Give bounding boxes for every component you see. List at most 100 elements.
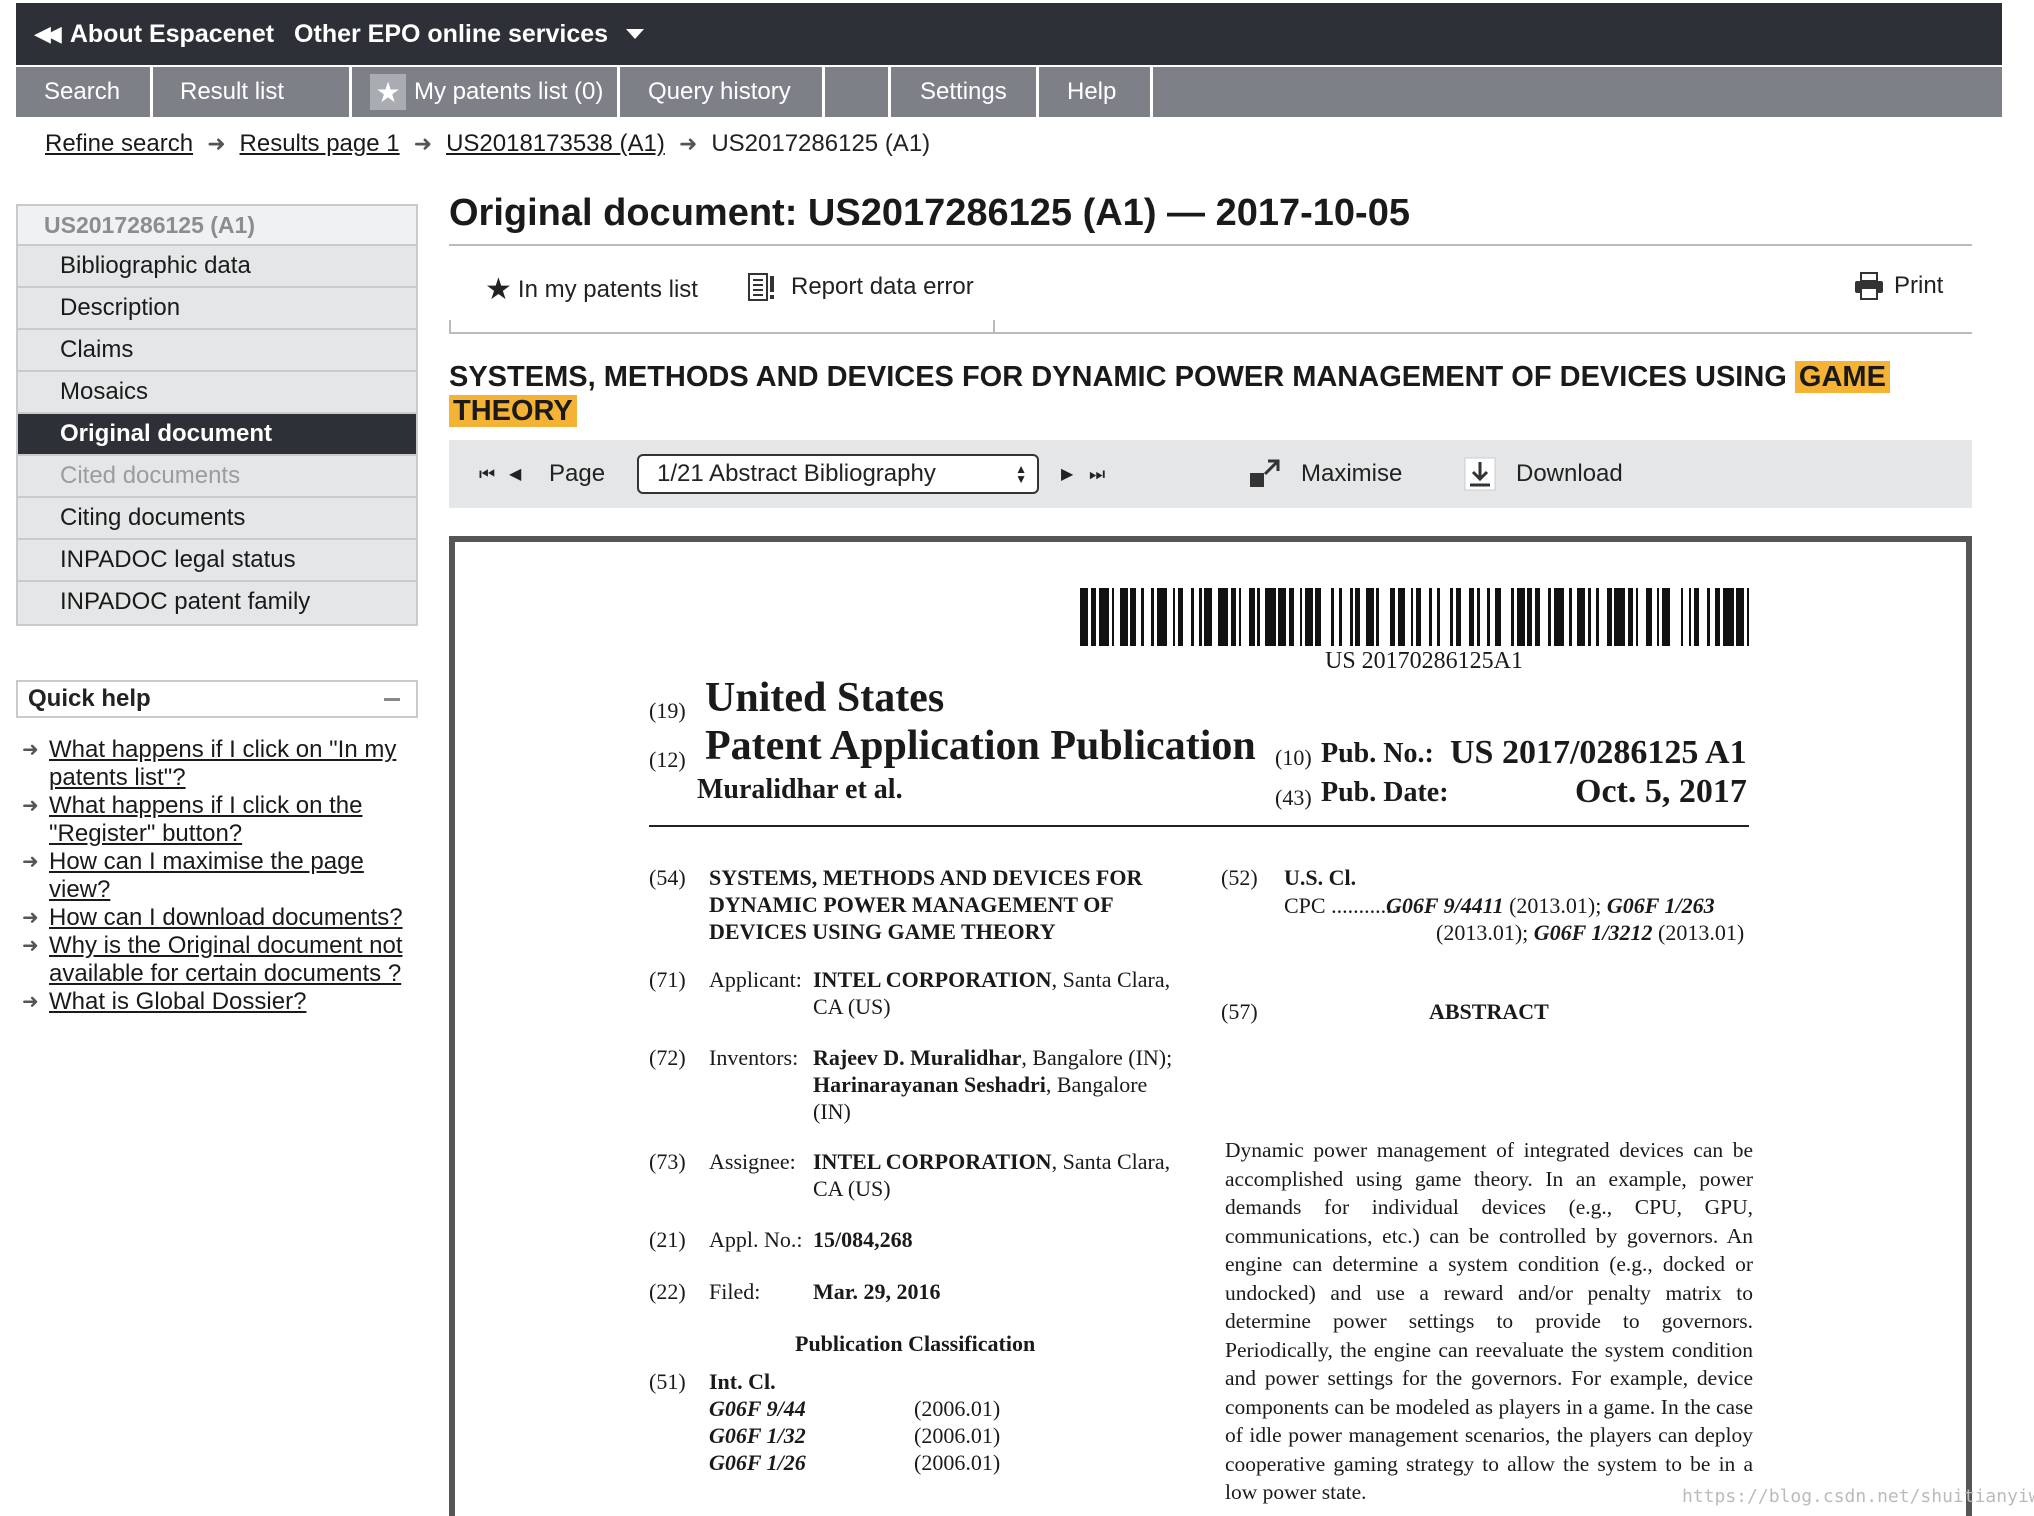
inventor-location: (IN) xyxy=(813,1099,851,1124)
cpc-code: G06F 9/4411 xyxy=(1386,893,1504,918)
previous-page-button[interactable]: ◀ xyxy=(509,440,521,508)
original-document-viewer[interactable]: US 20170286125A1 (19) United States (12)… xyxy=(449,536,1972,1516)
code-52: (52) xyxy=(1221,865,1258,890)
arrow-right-icon: ➜ xyxy=(22,851,39,873)
arrow-right-icon: ➜ xyxy=(22,795,39,817)
quick-help-header[interactable]: Quick help xyxy=(16,680,418,718)
quick-help-links: ➜ What happens if I click on "In my paten… xyxy=(22,736,422,1016)
print-button[interactable]: Print xyxy=(1854,272,1943,300)
help-item: ➜ What happens if I click on "In my paten… xyxy=(22,736,422,792)
breadcrumb-current: US2017286125 (A1) xyxy=(711,130,931,157)
tab-settings[interactable]: Settings xyxy=(891,67,1039,117)
pub-date-label: Pub. Date: xyxy=(1321,777,1449,808)
applicant-label: Applicant: xyxy=(709,967,802,992)
other-epo-services-link[interactable]: Other EPO online services xyxy=(294,20,608,49)
help-link-original-not-available[interactable]: Why is the Original document not availab… xyxy=(49,932,422,988)
maximise-button[interactable]: Maximise xyxy=(1249,440,1402,508)
sidebar-item-description[interactable]: Description xyxy=(18,288,416,330)
applicant-location: , Santa Clara, xyxy=(1051,967,1171,992)
search-highlight: THEORY xyxy=(449,395,577,427)
code-12: (12) xyxy=(649,747,686,772)
sidebar-item-mosaics[interactable]: Mosaics xyxy=(18,372,416,414)
printer-icon xyxy=(1854,272,1884,300)
download-icon xyxy=(1464,457,1496,491)
int-cl-year: (2006.01) xyxy=(914,1396,1001,1421)
publication-type: Patent Application Publication xyxy=(705,723,1256,769)
viewer-toolbar: ⏮ ◀ Page 1/21 Abstract Bibliography ▲ ▼ ▶… xyxy=(449,440,1972,508)
report-data-error-button[interactable]: Report data error xyxy=(747,272,974,302)
publication-classification-heading: Publication Classification xyxy=(795,1331,1036,1356)
help-link-global-dossier[interactable]: What is Global Dossier? xyxy=(49,988,306,1016)
cpc-line-2: (2013.01); G06F 1/3212 (2013.01) xyxy=(1436,919,1744,946)
code-19: (19) xyxy=(649,698,686,723)
cpc-year: (2013.01); xyxy=(1436,920,1534,945)
applicant-name: INTEL CORPORATION xyxy=(813,967,1052,992)
code-51: (51) xyxy=(649,1369,686,1394)
code-73: (73) xyxy=(649,1149,686,1174)
arrow-right-icon: ➜ xyxy=(22,935,39,957)
document-title: SYSTEMS, METHODS AND DEVICES FOR DYNAMIC… xyxy=(449,360,1979,428)
select-arrows-icon: ▲ ▼ xyxy=(1015,462,1027,486)
int-cl-label: Int. Cl. xyxy=(709,1369,776,1394)
appl-no-label: Appl. No.: xyxy=(709,1227,803,1252)
applicant-location: CA (US) xyxy=(813,994,891,1019)
breadcrumb-refine-search[interactable]: Refine search xyxy=(45,130,193,158)
last-page-button[interactable]: ⏭ xyxy=(1089,440,1105,508)
document-sidebar: US2017286125 (A1) Bibliographic data Des… xyxy=(16,204,418,626)
authors: Muralidhar et al. xyxy=(697,774,903,805)
cpc-codes: G06F 9/4411 (2013.01); G06F 1/263 xyxy=(1386,892,1715,919)
arrow-right-icon: ➜ xyxy=(678,131,698,156)
sidebar-item-citing-documents[interactable]: Citing documents xyxy=(18,498,416,540)
sidebar-item-inpadoc-legal-status[interactable]: INPADOC legal status xyxy=(18,540,416,582)
barcode xyxy=(1080,588,1756,646)
in-my-patents-list-button[interactable]: ★ In my patents list xyxy=(485,272,698,307)
help-link-maximise[interactable]: How can I maximise the page view? xyxy=(49,848,422,904)
arrow-right-icon: ➜ xyxy=(207,131,226,156)
help-link-register[interactable]: What happens if I click on the "Register… xyxy=(49,792,422,848)
tab-empty[interactable] xyxy=(825,67,891,117)
divider xyxy=(449,332,1972,334)
int-cl-year: (2006.01) xyxy=(914,1423,1001,1448)
first-page-button[interactable]: ⏮ xyxy=(479,440,495,508)
code-43: (43) xyxy=(1275,785,1312,810)
tab-help[interactable]: Help xyxy=(1039,67,1153,117)
dropdown-caret-icon[interactable] xyxy=(626,29,645,39)
sidebar-item-inpadoc-patent-family[interactable]: INPADOC patent family xyxy=(18,582,416,624)
sidebar-item-bibliographic-data[interactable]: Bibliographic data xyxy=(18,246,416,288)
top-bar: ◀◀ About Espacenet Other EPO online serv… xyxy=(16,3,2002,65)
collapse-icon[interactable] xyxy=(384,697,400,701)
title-line: SYSTEMS, METHODS AND DEVICES FOR xyxy=(709,865,1143,890)
help-item: ➜ How can I download documents? xyxy=(22,904,422,932)
maximise-icon xyxy=(1249,458,1281,490)
applicant: INTEL CORPORATION, Santa Clara, CA (US) xyxy=(813,966,1170,1020)
download-button[interactable]: Download xyxy=(1464,440,1623,508)
page-select[interactable]: 1/21 Abstract Bibliography ▲ ▼ xyxy=(637,454,1039,494)
next-page-button[interactable]: ▶ xyxy=(1061,440,1073,508)
sidebar-item-claims[interactable]: Claims xyxy=(18,330,416,372)
code-21: (21) xyxy=(649,1227,686,1252)
tab-result-list[interactable]: Result list xyxy=(153,67,352,117)
report-error-icon xyxy=(747,272,777,302)
assignee-location: CA (US) xyxy=(813,1176,891,1201)
breadcrumb-previous-doc[interactable]: US2018173538 (A1) xyxy=(446,130,665,158)
cpc-year: (2013.01) xyxy=(1652,920,1745,945)
filed-label: Filed: xyxy=(709,1279,761,1304)
tab-my-patents-list[interactable]: ★ My patents list (0) xyxy=(352,67,620,117)
tab-query-history[interactable]: Query history xyxy=(620,67,825,117)
tab-search[interactable]: Search xyxy=(16,67,153,117)
about-espacenet-link[interactable]: About Espacenet xyxy=(70,20,274,49)
inventor-name: Rajeev D. Muralidhar xyxy=(813,1045,1022,1070)
code-54: (54) xyxy=(649,865,686,890)
divider xyxy=(649,825,1749,827)
code-71: (71) xyxy=(649,967,686,992)
us-cl-label: U.S. Cl. xyxy=(1284,865,1357,890)
help-link-download[interactable]: How can I download documents? xyxy=(49,904,403,932)
double-left-arrow-icon[interactable]: ◀◀ xyxy=(34,21,62,47)
int-cl-code: G06F 1/32 xyxy=(709,1423,806,1448)
sidebar-item-original-document[interactable]: Original document xyxy=(18,414,416,456)
pub-no-label: Pub. No.: xyxy=(1321,738,1434,769)
appl-no: 15/084,268 xyxy=(813,1227,913,1252)
int-cl-year: (2006.01) xyxy=(914,1450,1001,1475)
breadcrumb-results-page[interactable]: Results page 1 xyxy=(240,130,400,158)
help-link-in-my-patents[interactable]: What happens if I click on "In my patent… xyxy=(49,736,422,792)
